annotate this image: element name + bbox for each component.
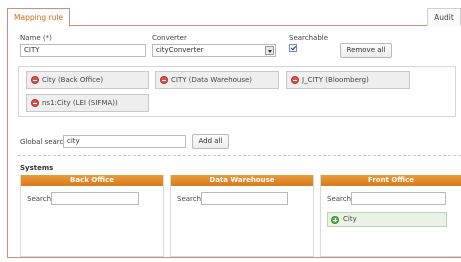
- add-all-button[interactable]: Add all: [192, 134, 229, 149]
- chevron-down-icon[interactable]: [265, 46, 274, 55]
- tab-audit[interactable]: Audit: [427, 8, 461, 26]
- global-search-label: Global search: [20, 138, 68, 146]
- name-label: Name (*): [20, 34, 52, 42]
- systems-title: Systems: [20, 164, 54, 172]
- add-icon[interactable]: [331, 216, 339, 224]
- search-label: Search: [327, 195, 352, 203]
- remove-icon[interactable]: [31, 76, 39, 84]
- tab-bar: Mapping rule Audit: [7, 7, 461, 27]
- system-column-data-warehouse: Data Warehouse Search: [170, 175, 314, 257]
- converter-label: Converter: [152, 34, 187, 42]
- system-search-input[interactable]: [201, 192, 288, 205]
- search-label: Search: [27, 195, 52, 203]
- mapped-item[interactable]: CITY (Data Warehouse): [155, 71, 279, 89]
- system-column-front-office: Front Office Search City: [320, 175, 461, 257]
- global-search-input[interactable]: city: [63, 135, 186, 148]
- name-input[interactable]: CITY: [20, 44, 146, 57]
- system-search-input[interactable]: [51, 192, 139, 205]
- search-label: Search: [177, 195, 202, 203]
- mapped-item[interactable]: City (Back Office): [26, 71, 149, 89]
- searchable-checkbox[interactable]: [289, 44, 297, 52]
- system-search-input[interactable]: [351, 192, 446, 205]
- remove-all-button[interactable]: Remove all: [340, 43, 392, 58]
- converter-select[interactable]: cityConverter: [152, 44, 276, 57]
- remove-icon[interactable]: [291, 76, 299, 84]
- system-header: Back Office: [21, 175, 163, 186]
- tab-mapping-rule[interactable]: Mapping rule: [7, 8, 71, 27]
- mapped-item[interactable]: ns1:City (LEI (SIFMA)): [26, 94, 149, 112]
- searchable-label: Searchable: [289, 34, 329, 42]
- system-header: Front Office: [321, 175, 461, 186]
- converter-value: cityConverter: [156, 46, 204, 54]
- section-divider: [18, 155, 461, 156]
- system-item[interactable]: City: [327, 212, 447, 227]
- system-column-back-office: Back Office Search: [20, 175, 164, 257]
- remove-icon[interactable]: [160, 76, 168, 84]
- system-header: Data Warehouse: [171, 175, 313, 186]
- mapped-item[interactable]: J_CITY (Bloomberg): [286, 71, 410, 89]
- remove-icon[interactable]: [31, 99, 39, 107]
